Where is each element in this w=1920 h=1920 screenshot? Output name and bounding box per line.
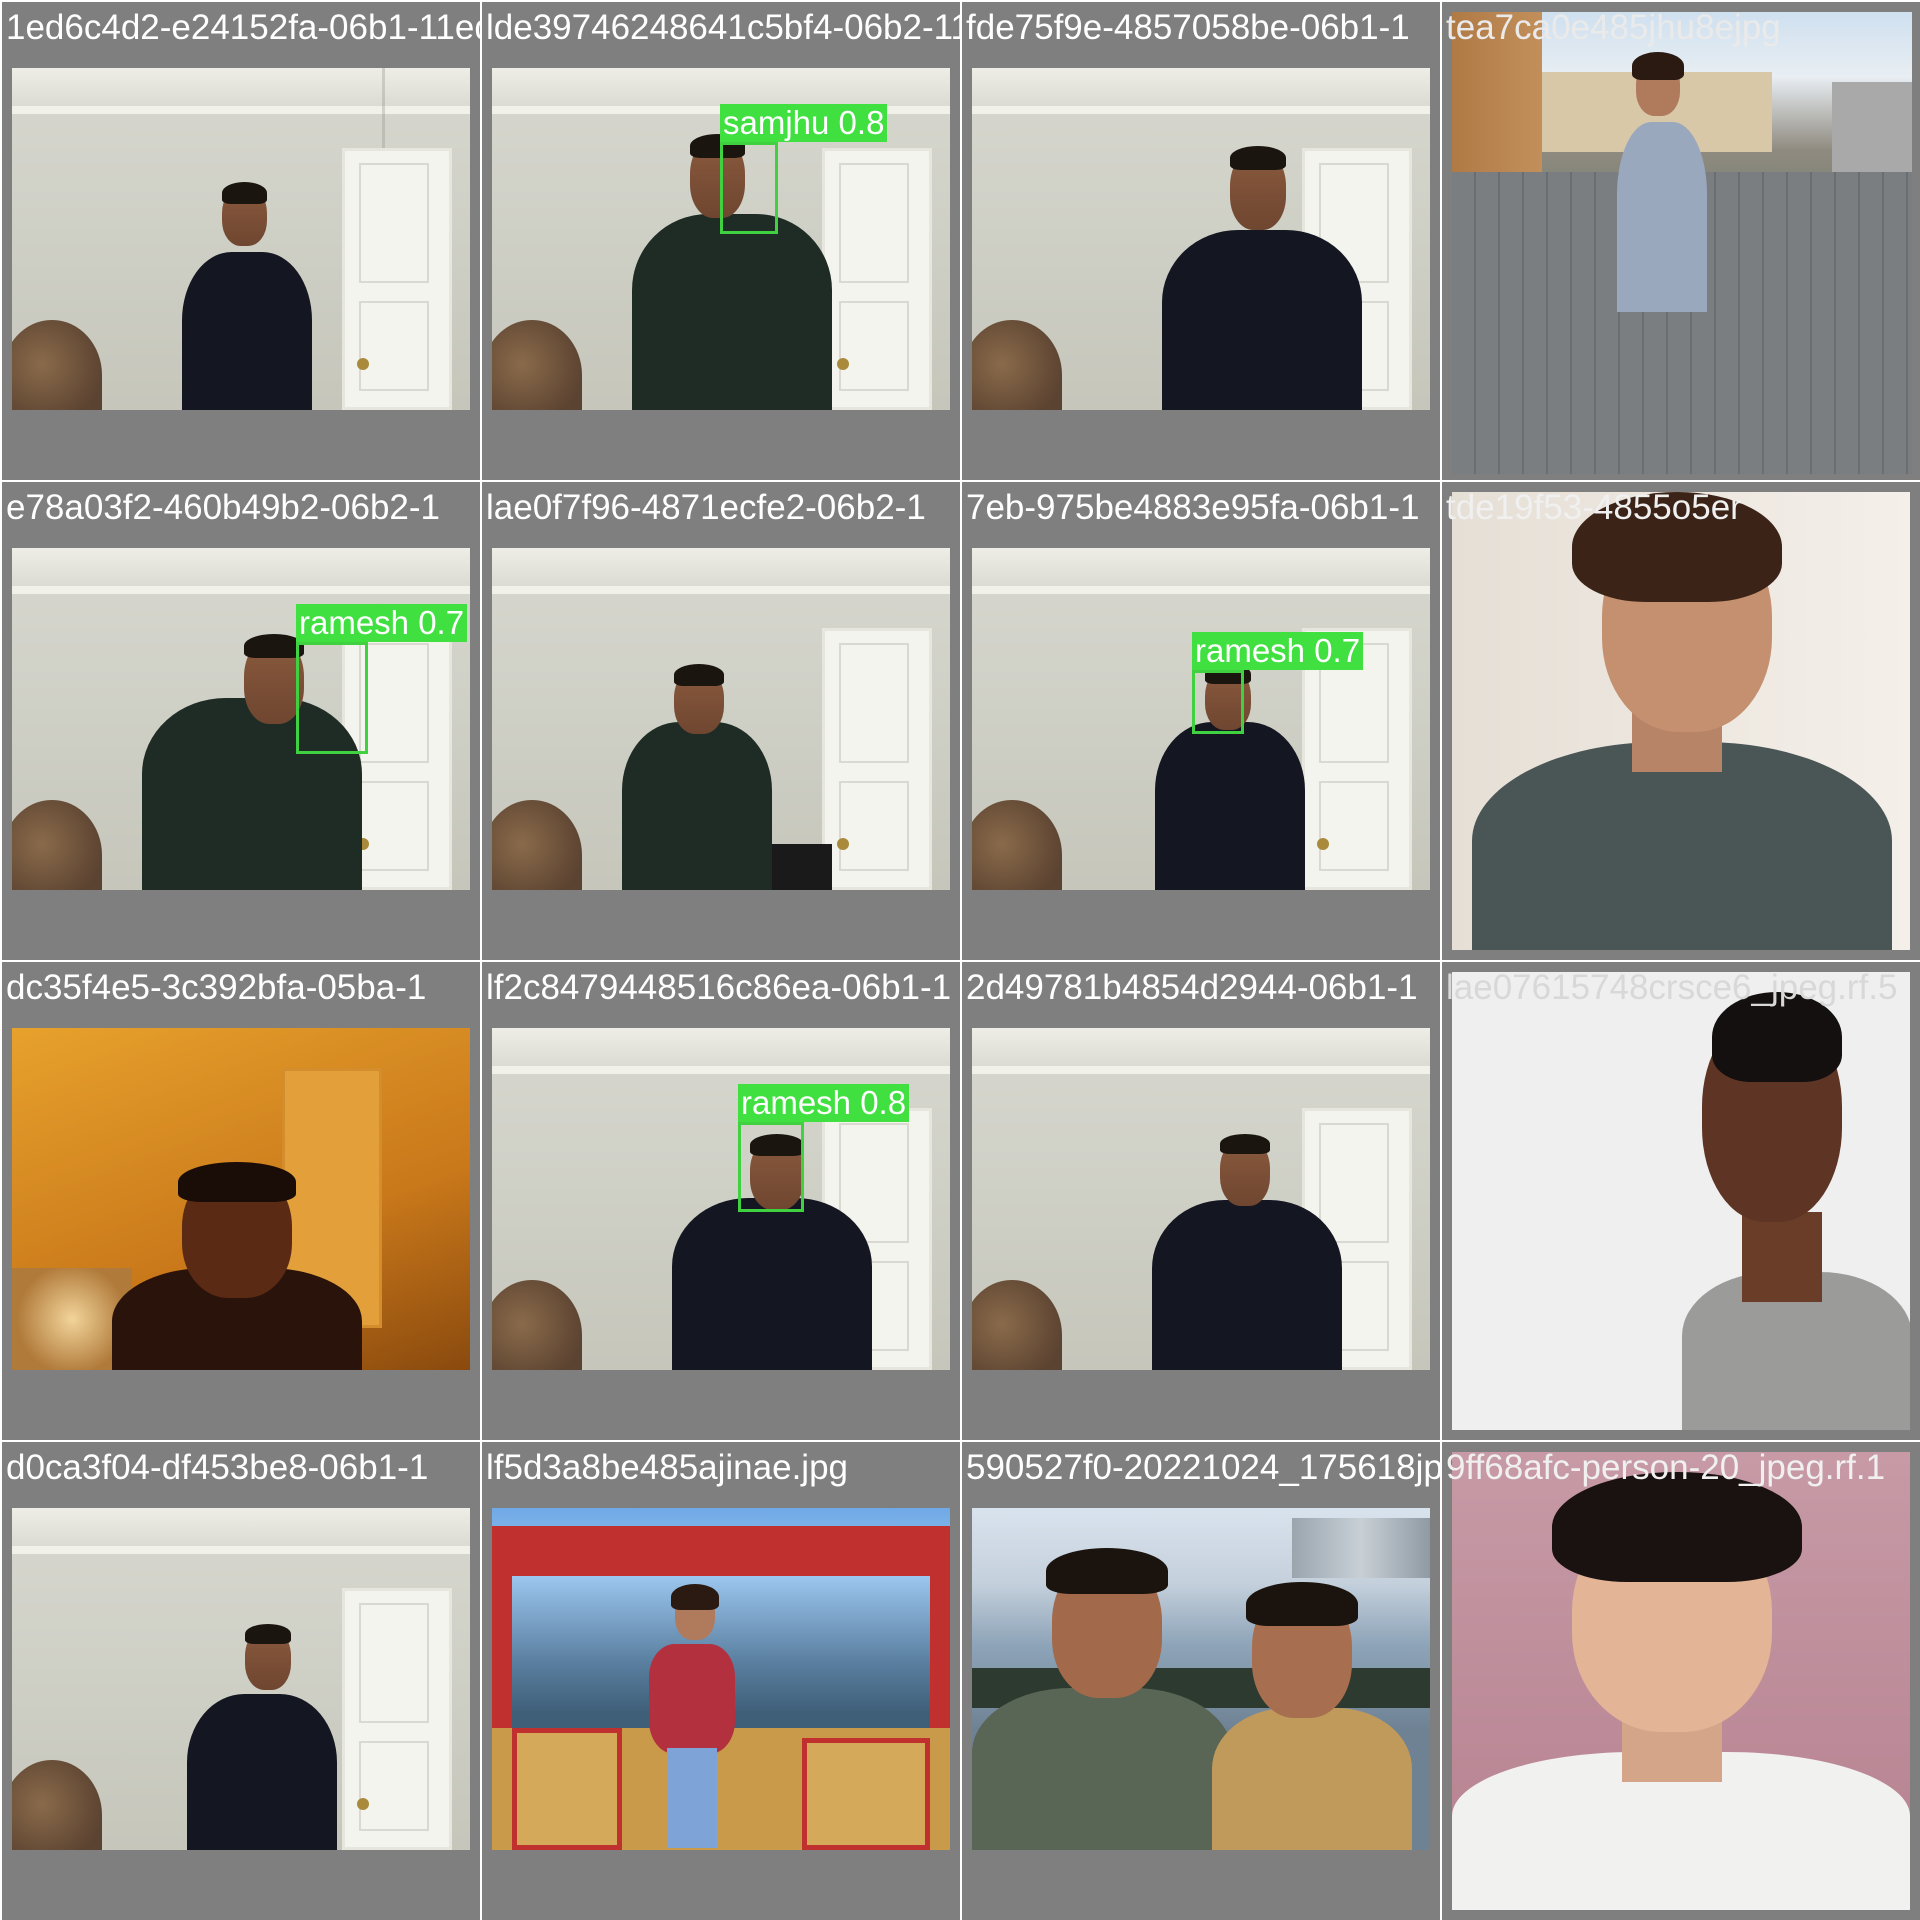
tile-photo <box>972 68 1430 410</box>
detection-label: ramesh 0.7 <box>296 604 468 642</box>
detection-box <box>720 142 778 234</box>
grid-tile[interactable]: 7eb-975be4883e95fa-06b1-1 ramesh 0.7 <box>960 480 1440 960</box>
grid-tile[interactable]: lf5d3a8be485ajinae.jpg <box>480 1440 960 1920</box>
tile-photo <box>972 1028 1430 1370</box>
detection-box <box>1192 670 1244 734</box>
detection-box <box>738 1122 804 1212</box>
grid-tile[interactable]: 1ed6c4d2-e24152fa-06b1-11ede97402185415b… <box>0 0 480 480</box>
tile-filename: e78a03f2-460b49b2-06b2-1 <box>6 488 440 527</box>
tile-photo <box>972 1508 1430 1850</box>
tile-photo <box>1452 12 1912 474</box>
grid-tile[interactable]: dc35f4e5-3c392bfa-05ba-1 <box>0 960 480 1440</box>
grid-tile[interactable]: lde39746248641c5bf4-06b2-11ede79fb0-4857… <box>480 0 960 480</box>
tile-filename: lae07615748crsce6_jpeg.rf.5 <box>1446 968 1898 1007</box>
tile-filename: d0ca3f04-df453be8-06b1-1 <box>6 1448 429 1487</box>
grid-tile[interactable]: tea7ca0e485jhu8ejpg <box>1440 0 1920 480</box>
tile-filename: tde19f53-4855o5er <box>1446 488 1742 527</box>
tile-filename: lf2c8479448516c86ea-06b1-1 <box>486 968 952 1007</box>
tile-photo <box>1452 1452 1910 1910</box>
tile-filename: lde39746248641c5bf4-06b2-11ede79fb0-4857… <box>486 8 960 47</box>
grid-tile[interactable]: lf2c8479448516c86ea-06b1-1 ramesh 0.8 <box>480 960 960 1440</box>
tile-photo <box>492 1028 950 1370</box>
grid-tile[interactable]: fde75f9e-4857058be-06b1-1 <box>960 0 1440 480</box>
detection-label: samjhu 0.8 <box>720 104 888 142</box>
tile-filename: dc35f4e5-3c392bfa-05ba-1 <box>6 968 427 1007</box>
grid-tile[interactable]: 2d49781b4854d2944-06b1-1 <box>960 960 1440 1440</box>
detection-box <box>296 642 368 754</box>
grid-tile[interactable]: 9ff68afc-person-20_jpeg.rf.1 <box>1440 1440 1920 1920</box>
tile-photo <box>1452 492 1910 950</box>
detection-label: ramesh 0.8 <box>738 1084 910 1122</box>
grid-tile[interactable]: d0ca3f04-df453be8-06b1-1 <box>0 1440 480 1920</box>
grid-tile[interactable]: lae07615748crsce6_jpeg.rf.5 <box>1440 960 1920 1440</box>
tile-filename: 9ff68afc-person-20_jpeg.rf.1 <box>1446 1448 1886 1487</box>
detection-label: ramesh 0.7 <box>1192 632 1364 670</box>
tile-filename: lae0f7f96-4871ecfe2-06b2-1 <box>486 488 926 527</box>
tile-photo <box>492 1508 950 1850</box>
tile-filename: fde75f9e-4857058be-06b1-1 <box>966 8 1410 47</box>
tile-photo <box>12 1028 470 1370</box>
tile-filename: 7eb-975be4883e95fa-06b1-1 <box>966 488 1420 527</box>
grid-tile[interactable]: 590527f0-20221024_175618jpg <box>960 1440 1440 1920</box>
tile-filename: 1ed6c4d2-e24152fa-06b1-11ede97402185415b… <box>6 8 480 47</box>
tile-photo <box>12 1508 470 1850</box>
grid-tile[interactable]: tde19f53-4855o5er <box>1440 480 1920 960</box>
grid-tile[interactable]: e78a03f2-460b49b2-06b2-1 ramesh 0.7 <box>0 480 480 960</box>
grid-tile[interactable]: lae0f7f96-4871ecfe2-06b2-1 <box>480 480 960 960</box>
tile-photo <box>1452 972 1910 1430</box>
tile-photo <box>12 68 470 410</box>
tile-filename: lf5d3a8be485ajinae.jpg <box>486 1448 848 1487</box>
tile-photo <box>492 548 950 890</box>
tile-filename: 2d49781b4854d2944-06b1-1 <box>966 968 1418 1007</box>
tile-filename: 590527f0-20221024_175618jpg <box>966 1448 1440 1487</box>
tile-filename: tea7ca0e485jhu8ejpg <box>1446 8 1781 47</box>
image-grid: 1ed6c4d2-e24152fa-06b1-11ede97402185415b… <box>0 0 1920 1920</box>
tile-photo <box>12 548 470 890</box>
